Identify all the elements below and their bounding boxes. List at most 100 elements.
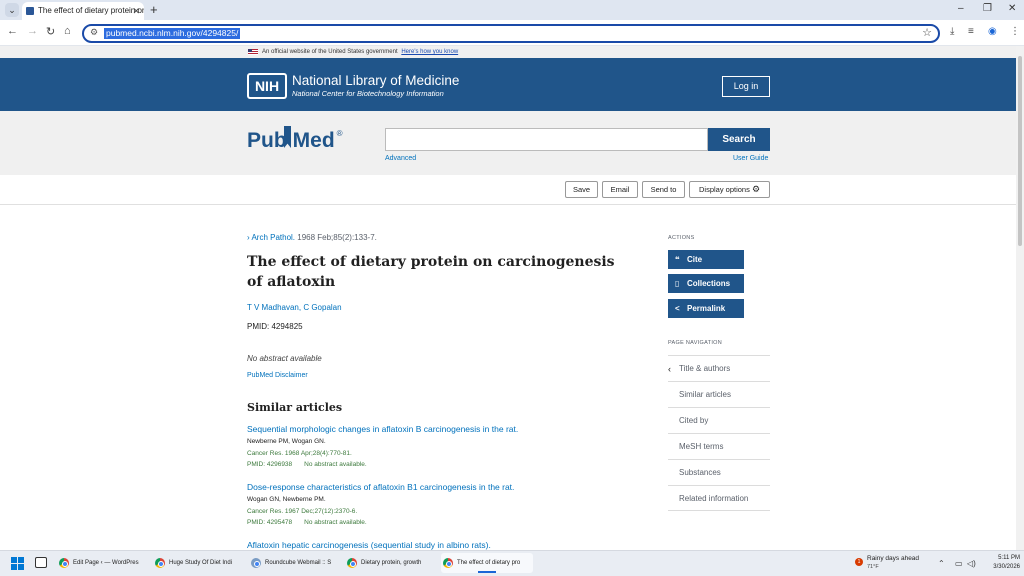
taskbar-app-label: Roundcube Webmail :: S (265, 560, 332, 566)
login-button[interactable]: Log in (722, 76, 770, 97)
home-icon[interactable]: ⌂ (64, 25, 71, 37)
similar-article-pmid-line: PMID: 4296938 No abstract available. (247, 461, 647, 468)
similar-article-authors: Wogan GN, Newberne PM. (247, 496, 326, 503)
collections-label: Collections (687, 279, 731, 288)
similar-article-pmid: PMID: 4295478 (247, 519, 293, 526)
similar-article-title[interactable]: Dose-response characteristics of aflatox… (247, 481, 647, 493)
taskbar-app-active[interactable]: The effect of dietary pro (441, 553, 533, 573)
similar-article-note: No abstract available. (304, 461, 367, 468)
email-button[interactable]: Email (602, 181, 638, 198)
pubmed-logo-reg: ® (336, 129, 343, 138)
roundcube-icon (251, 558, 261, 568)
taskbar-app-label: Huge Study Of Diet Indi (169, 560, 233, 566)
restore-icon[interactable]: ❐ (983, 3, 992, 14)
close-window-icon[interactable]: ✕ (1008, 3, 1016, 14)
download-icon[interactable]: ⤓ (950, 26, 954, 37)
send-to-button[interactable]: Send to (642, 181, 685, 198)
network-icon[interactable]: ▭ (955, 559, 963, 568)
pubmed-disclaimer-link[interactable]: PubMed Disclaimer (247, 372, 308, 379)
cite-label: Cite (687, 255, 703, 264)
task-view-icon[interactable] (35, 557, 47, 568)
site-info-icon[interactable]: ⚙ (90, 27, 98, 38)
taskbar-app-label: Dietary protein, growth (361, 560, 422, 566)
taskbar-clock[interactable]: 5:11 PM 3/30/2026 (980, 554, 1020, 572)
bookmark-star-icon[interactable]: ☆ (922, 26, 932, 39)
reading-list-icon[interactable]: ≡ (968, 26, 974, 37)
tab-close-icon[interactable]: ✕ (132, 2, 140, 20)
search-button[interactable]: Search (708, 128, 770, 151)
profile-icon[interactable]: ◉ (988, 26, 997, 37)
us-flag-icon (248, 49, 258, 55)
save-button[interactable]: Save (565, 181, 598, 198)
forward-icon[interactable]: → (27, 25, 38, 37)
pubmed-favicon-icon (26, 7, 34, 15)
similar-article-journal: Cancer Res. 1968 Apr;28(4):770-81. (247, 450, 352, 457)
reload-icon[interactable]: ↻ (46, 25, 55, 38)
url-text[interactable]: pubmed.ncbi.nlm.nih.gov/4294825/ (104, 28, 241, 39)
pubmed-logo[interactable]: Pub Med ® (247, 126, 343, 153)
chrome-icon (155, 558, 165, 568)
similar-article-note: No abstract available. (304, 519, 367, 526)
active-tab[interactable]: The effect of dietary protein on ✕ (22, 2, 144, 20)
back-icon[interactable]: ← (7, 25, 18, 37)
nav-related-information[interactable]: Related information (668, 485, 770, 511)
similar-article-title[interactable]: Sequential morphologic changes in aflato… (247, 423, 647, 435)
expand-chevron-icon[interactable]: › (247, 233, 250, 242)
address-bar[interactable]: ⚙ pubmed.ncbi.nlm.nih.gov/4294825/ ☆ (82, 24, 940, 43)
nih-logo[interactable]: NIH (247, 73, 287, 99)
similar-article: Sequential morphologic changes in aflato… (247, 423, 647, 468)
bookmark-ribbon-icon (284, 126, 291, 148)
tab-search-icon[interactable]: ⌄ (5, 3, 19, 17)
display-options-label: Display options (698, 185, 750, 194)
menu-kebab-icon[interactable]: ⋮ (1010, 26, 1020, 37)
nav-cited-by[interactable]: Cited by (668, 407, 770, 433)
new-tab-button[interactable]: + (150, 1, 158, 19)
article-title: The effect of dietary protein on carcino… (247, 254, 615, 290)
author-list[interactable]: T V Madhavan, C Gopalan (247, 303, 342, 312)
nav-similar-articles[interactable]: Similar articles (668, 381, 770, 407)
share-icon: < (675, 304, 680, 313)
journal-link[interactable]: Arch Pathol. (251, 233, 295, 242)
cite-button[interactable]: ❝ Cite (668, 250, 744, 269)
taskbar-app[interactable]: Huge Study Of Diet Indi (153, 553, 241, 573)
tray-chevron-icon[interactable]: ⌃ (938, 559, 945, 568)
gov-banner: An official website of the United States… (0, 46, 1016, 58)
tab-title: The effect of dietary protein on (38, 6, 144, 15)
nav-substances[interactable]: Substances (668, 459, 770, 485)
permalink-button[interactable]: < Permalink (668, 299, 744, 318)
page-navigation-label: PAGE NAVIGATION (668, 340, 723, 346)
no-abstract-note: No abstract available (247, 354, 322, 363)
taskbar-app[interactable]: Dietary protein, growth (345, 553, 433, 573)
browser-toolbar: ← → ↻ ⌂ ⚙ pubmed.ncbi.nlm.nih.gov/429482… (0, 20, 1024, 46)
weather-widget[interactable]: 1 Rainy days ahead 71°F (853, 554, 923, 574)
citation-details: 1968 Feb;85(2):133-7. (295, 233, 377, 242)
weather-temp: 71°F (867, 564, 879, 570)
similar-articles-heading: Similar articles (247, 401, 343, 414)
volume-icon[interactable]: ◁) (967, 559, 976, 568)
nav-mesh-terms[interactable]: MeSH terms (668, 433, 770, 459)
windows-start-icon[interactable] (11, 557, 24, 570)
similar-article: Dose-response characteristics of aflatox… (247, 481, 647, 526)
taskbar-app[interactable]: Edit Page ‹ — WordPres (57, 553, 149, 573)
chrome-icon (347, 558, 357, 568)
similar-article-journal: Cancer Res. 1967 Dec;27(12):2370-6. (247, 508, 358, 515)
nlm-header (0, 58, 1016, 111)
minimize-icon[interactable]: – (958, 3, 964, 14)
pubmed-logo-pub: Pub (247, 129, 287, 152)
nav-title-authors[interactable]: ‹ Title & authors (668, 355, 770, 381)
scrollbar-thumb[interactable] (1018, 56, 1022, 246)
collections-button[interactable]: ▯ Collections (668, 274, 744, 293)
advanced-search-link[interactable]: Advanced (385, 155, 416, 162)
page-scrollbar[interactable] (1016, 46, 1024, 550)
nlm-subtitle: National Center for Biotechnology Inform… (292, 89, 444, 98)
weather-title: Rainy days ahead (867, 555, 920, 562)
display-options-button[interactable]: Display options ⚙ (689, 181, 770, 198)
nlm-title[interactable]: National Library of Medicine (292, 73, 459, 88)
taskbar-app[interactable]: Roundcube Webmail :: S (249, 553, 337, 573)
user-guide-link[interactable]: User Guide (733, 155, 768, 162)
gear-icon: ⚙ (751, 184, 761, 194)
search-input[interactable] (385, 128, 708, 151)
clock-date: 3/30/2026 (993, 564, 1020, 570)
gov-banner-link[interactable]: Here's how you know (401, 49, 458, 55)
gov-banner-text: An official website of the United States… (262, 49, 398, 55)
